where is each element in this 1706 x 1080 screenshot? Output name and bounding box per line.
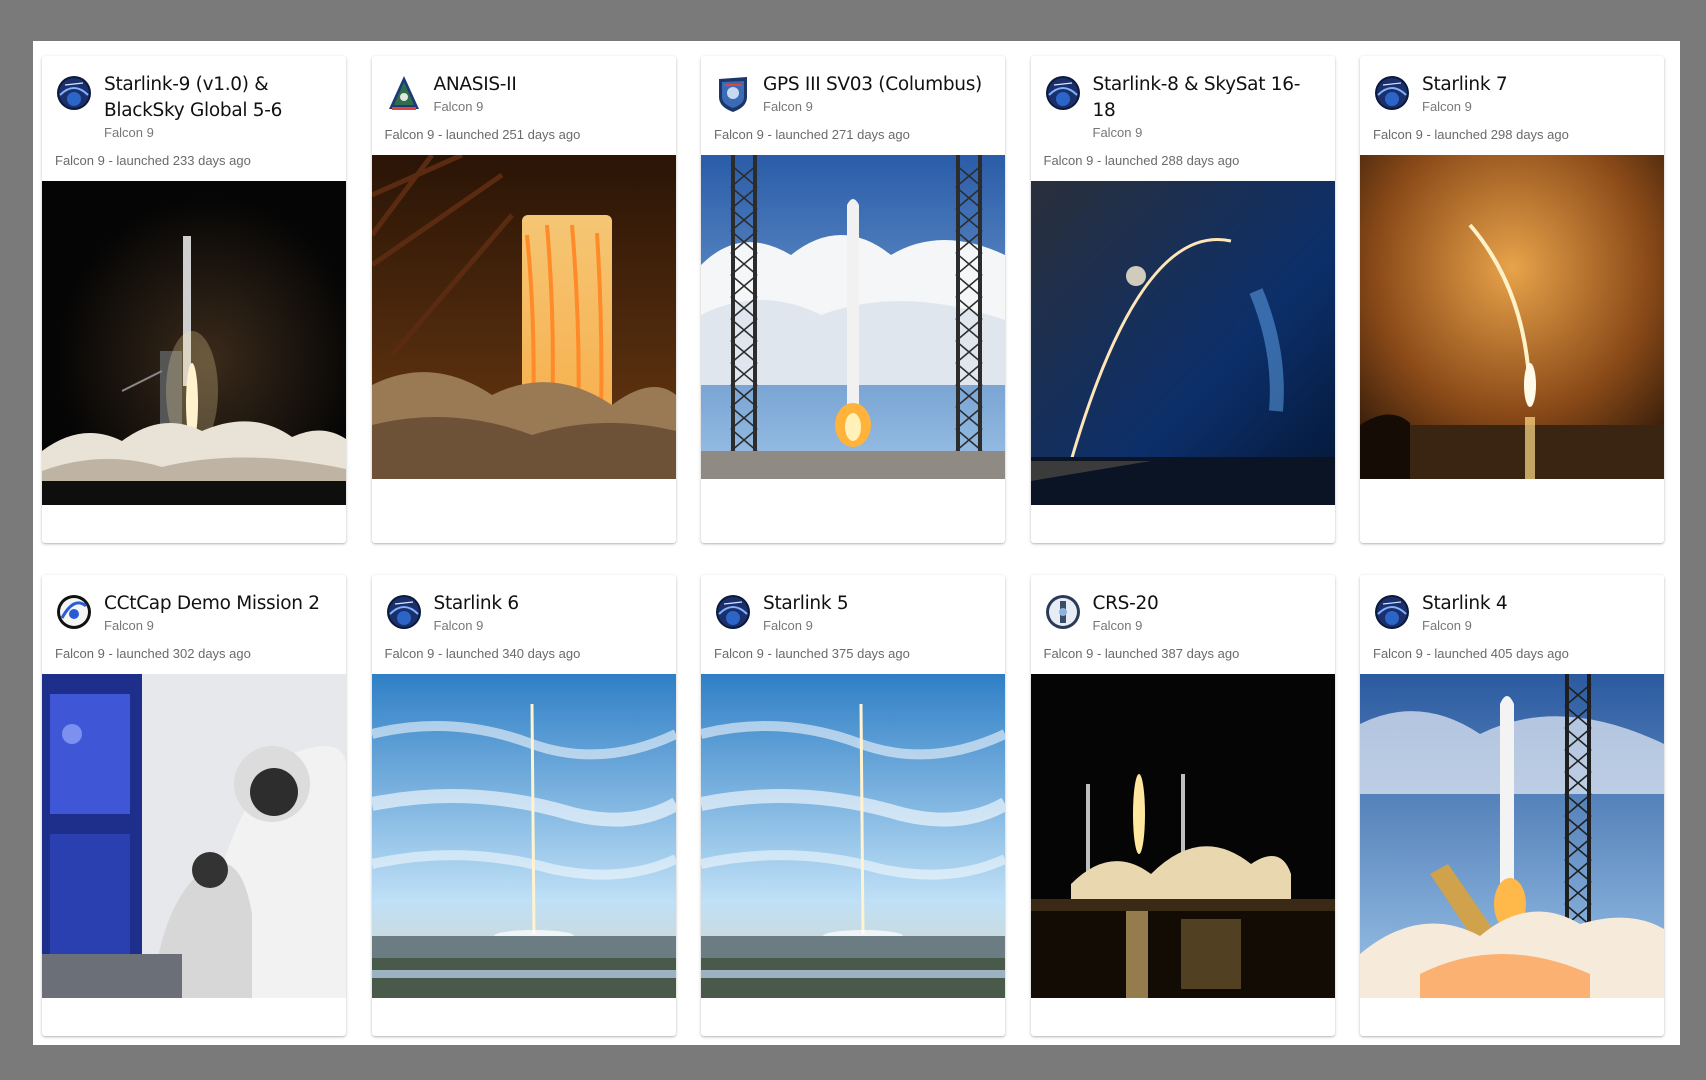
launch-title[interactable]: Starlink 6 [434, 591, 520, 617]
launch-card[interactable]: Starlink 7 Falcon 9 Falcon 9 - launched … [1360, 56, 1664, 543]
launch-photo[interactable] [1360, 155, 1664, 479]
card-footer [701, 479, 1005, 543]
launch-title[interactable]: Starlink-9 (v1.0) & BlackSky Global 5-6 [104, 72, 332, 124]
launch-photo[interactable] [701, 155, 1005, 479]
rocket-name: Falcon 9 [1092, 125, 1143, 140]
starlink-patch-icon [716, 595, 750, 629]
launch-photo[interactable] [371, 155, 676, 479]
blue-sky-trail-image [371, 674, 676, 998]
rocket-name: Falcon 9 [104, 125, 154, 140]
card-header: Starlink 6 Falcon 9 [372, 575, 676, 634]
card-footer [372, 479, 676, 543]
anasis-patch-icon [388, 76, 419, 110]
card-header: CCtCap Demo Mission 2 Falcon 9 [42, 575, 346, 634]
launch-photo[interactable] [42, 181, 346, 505]
crs-patch-icon [1045, 595, 1080, 629]
launch-title[interactable]: Starlink 7 [1422, 72, 1508, 98]
card-header: Starlink 5 Falcon 9 [701, 575, 1005, 634]
rocket-name: Falcon 9 [1422, 618, 1472, 633]
launch-title[interactable]: CRS-20 [1093, 591, 1159, 617]
rocket-name: Falcon 9 [433, 618, 484, 633]
launch-card[interactable]: Starlink 6 Falcon 9 Falcon 9 - launched … [371, 575, 676, 1036]
card-footer [1031, 505, 1335, 543]
launch-gallery: Starlink-9 (v1.0) & BlackSky Global 5-6 … [33, 41, 1680, 1045]
launch-meta: Falcon 9 - launched 251 days ago [384, 127, 581, 142]
blue-sky-trail-image [701, 674, 1005, 998]
card-footer [42, 998, 346, 1036]
launch-photo[interactable] [1030, 181, 1335, 505]
launch-title[interactable]: Starlink 4 [1422, 591, 1508, 617]
launch-meta: Falcon 9 - launched 233 days ago [55, 153, 251, 168]
rocket-name: Falcon 9 [763, 618, 813, 633]
rocket-name: Falcon 9 [433, 99, 484, 114]
rocket-name: Falcon 9 [104, 618, 154, 633]
launch-card[interactable]: ANASIS-II Falcon 9 Falcon 9 - launched 2… [371, 56, 676, 543]
card-footer [701, 998, 1005, 1036]
launch-title[interactable]: GPS III SV03 (Columbus) [763, 72, 982, 98]
rocket-name: Falcon 9 [1092, 618, 1143, 633]
launch-card[interactable]: GPS III SV03 (Columbus) Falcon 9 Falcon … [701, 56, 1005, 543]
card-header: Starlink 4 Falcon 9 [1360, 575, 1664, 634]
card-footer [1360, 998, 1664, 1036]
launch-card[interactable]: Starlink-9 (v1.0) & BlackSky Global 5-6 … [42, 56, 346, 543]
starlink-patch-icon [386, 595, 421, 629]
launch-meta: Falcon 9 - launched 375 days ago [714, 646, 910, 661]
card-footer [1031, 998, 1335, 1036]
card-header: Starlink-8 & SkySat 16-18 Falcon 9 [1031, 56, 1335, 141]
launch-card[interactable]: Starlink-8 & SkySat 16-18 Falcon 9 Falco… [1030, 56, 1335, 543]
launch-title[interactable]: Starlink 5 [763, 591, 849, 617]
gps-patch-icon [719, 77, 747, 112]
crew-cabin-image [42, 674, 346, 998]
demo2-patch-icon [57, 595, 91, 629]
starlink-patch-icon [57, 76, 91, 110]
launch-grid: Starlink-9 (v1.0) & BlackSky Global 5-6 … [42, 56, 1672, 543]
starlink-patch-icon [1375, 595, 1409, 629]
starlink-patch-icon [1045, 76, 1080, 110]
card-header: Starlink 7 Falcon 9 [1360, 56, 1664, 115]
launch-photo[interactable] [371, 674, 676, 998]
launch-card[interactable]: Starlink 5 Falcon 9 Falcon 9 - launched … [701, 575, 1005, 1036]
orange-arc-image [1360, 155, 1664, 479]
launch-meta: Falcon 9 - launched 302 days ago [55, 646, 251, 661]
launch-photo[interactable] [1030, 674, 1335, 998]
launch-card[interactable]: Starlink 4 Falcon 9 Falcon 9 - launched … [1360, 575, 1664, 1036]
launch-grid-row-2: CCtCap Demo Mission 2 Falcon 9 Falcon 9 … [42, 575, 1672, 1036]
launch-meta: Falcon 9 - launched 271 days ago [714, 127, 910, 142]
dusk-arc-image [1030, 181, 1335, 505]
launch-photo[interactable] [701, 674, 1005, 998]
card-footer [1360, 479, 1664, 543]
launch-meta: Falcon 9 - launched 405 days ago [1373, 646, 1569, 661]
card-header: CRS-20 Falcon 9 [1031, 575, 1335, 634]
launch-photo[interactable] [42, 674, 346, 998]
launch-title[interactable]: CCtCap Demo Mission 2 [104, 591, 320, 617]
launch-photo[interactable] [1360, 674, 1664, 998]
day-liftoff-towers-image [701, 155, 1005, 479]
launch-card[interactable]: CRS-20 Falcon 9 Falcon 9 - launched 387 … [1030, 575, 1335, 1036]
launch-title[interactable]: ANASIS-II [434, 72, 517, 98]
launch-meta: Falcon 9 - launched 387 days ago [1043, 646, 1240, 661]
starlink-patch-icon [1375, 76, 1409, 110]
night-pad-launch-image [42, 181, 346, 505]
card-footer [372, 998, 676, 1036]
launch-meta: Falcon 9 - launched 288 days ago [1043, 153, 1240, 168]
card-header: GPS III SV03 (Columbus) Falcon 9 [701, 56, 1005, 115]
rocket-name: Falcon 9 [763, 99, 813, 114]
launch-title[interactable]: Starlink-8 & SkySat 16-18 [1093, 72, 1321, 124]
launch-card[interactable]: CCtCap Demo Mission 2 Falcon 9 Falcon 9 … [42, 575, 346, 1036]
engine-fire-closeup-image [371, 155, 676, 479]
launch-meta: Falcon 9 - launched 340 days ago [384, 646, 581, 661]
day-liftoff-closeup-image [1360, 674, 1664, 998]
night-reflection-image [1030, 674, 1335, 998]
card-header: ANASIS-II Falcon 9 [372, 56, 676, 115]
card-header: Starlink-9 (v1.0) & BlackSky Global 5-6 … [42, 56, 346, 141]
card-footer [42, 505, 346, 543]
rocket-name: Falcon 9 [1422, 99, 1472, 114]
launch-meta: Falcon 9 - launched 298 days ago [1373, 127, 1569, 142]
